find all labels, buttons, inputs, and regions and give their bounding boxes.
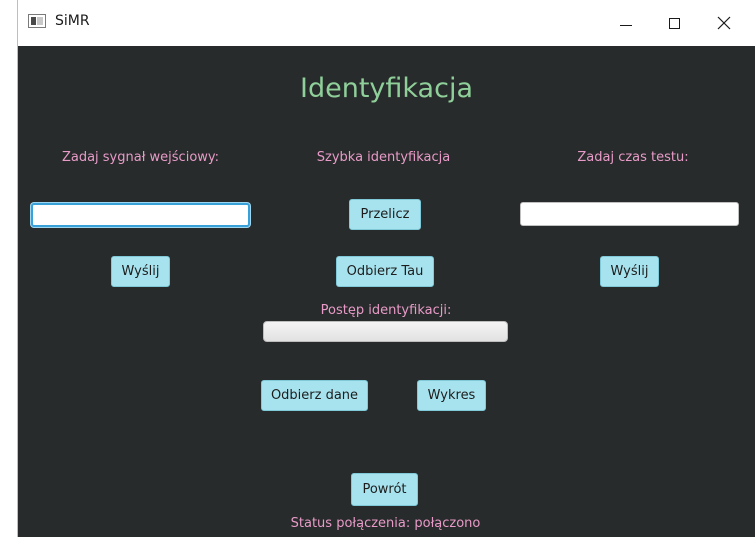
identification-panel: Identyfikacja Zadaj sygnał wejściowy: Wy…	[18, 46, 755, 537]
input-signal-label: Zadaj sygnał wejściowy:	[61, 150, 220, 165]
compute-button[interactable]: Przelicz	[349, 199, 421, 230]
progress-label: Postęp identyfikacji:	[320, 303, 452, 318]
chart-button[interactable]: Wykres	[417, 380, 486, 411]
title-bar[interactable]: SiMR	[18, 0, 755, 46]
maximize-icon	[668, 17, 680, 29]
back-button[interactable]: Powrót	[351, 473, 418, 506]
app-window: SiMR Identyfikacja Zadaj sygnał wejściow…	[17, 0, 755, 537]
connection-status: Status połączenia: połączono	[290, 516, 481, 531]
send-input-signal-button[interactable]: Wyślij	[111, 256, 170, 287]
test-time-label: Zadaj czas testu:	[577, 150, 689, 165]
page-title: Identyfikacja	[300, 73, 473, 104]
close-button[interactable]	[700, 0, 748, 46]
maximize-button[interactable]	[650, 0, 698, 46]
receive-tau-button[interactable]: Odbierz Tau	[336, 256, 434, 287]
identification-progress-bar	[263, 321, 508, 342]
quick-identification-label: Szybka identyfikacja	[316, 150, 451, 165]
receive-data-button[interactable]: Odbierz dane	[261, 380, 368, 411]
app-window-icon	[28, 14, 46, 28]
input-signal-field[interactable]	[31, 203, 250, 227]
test-time-field[interactable]	[520, 202, 739, 226]
minimize-icon	[620, 24, 632, 26]
close-icon	[717, 16, 731, 30]
minimize-button[interactable]	[602, 0, 650, 46]
window-title: SiMR	[55, 13, 90, 29]
send-test-time-button[interactable]: Wyślij	[600, 256, 659, 287]
